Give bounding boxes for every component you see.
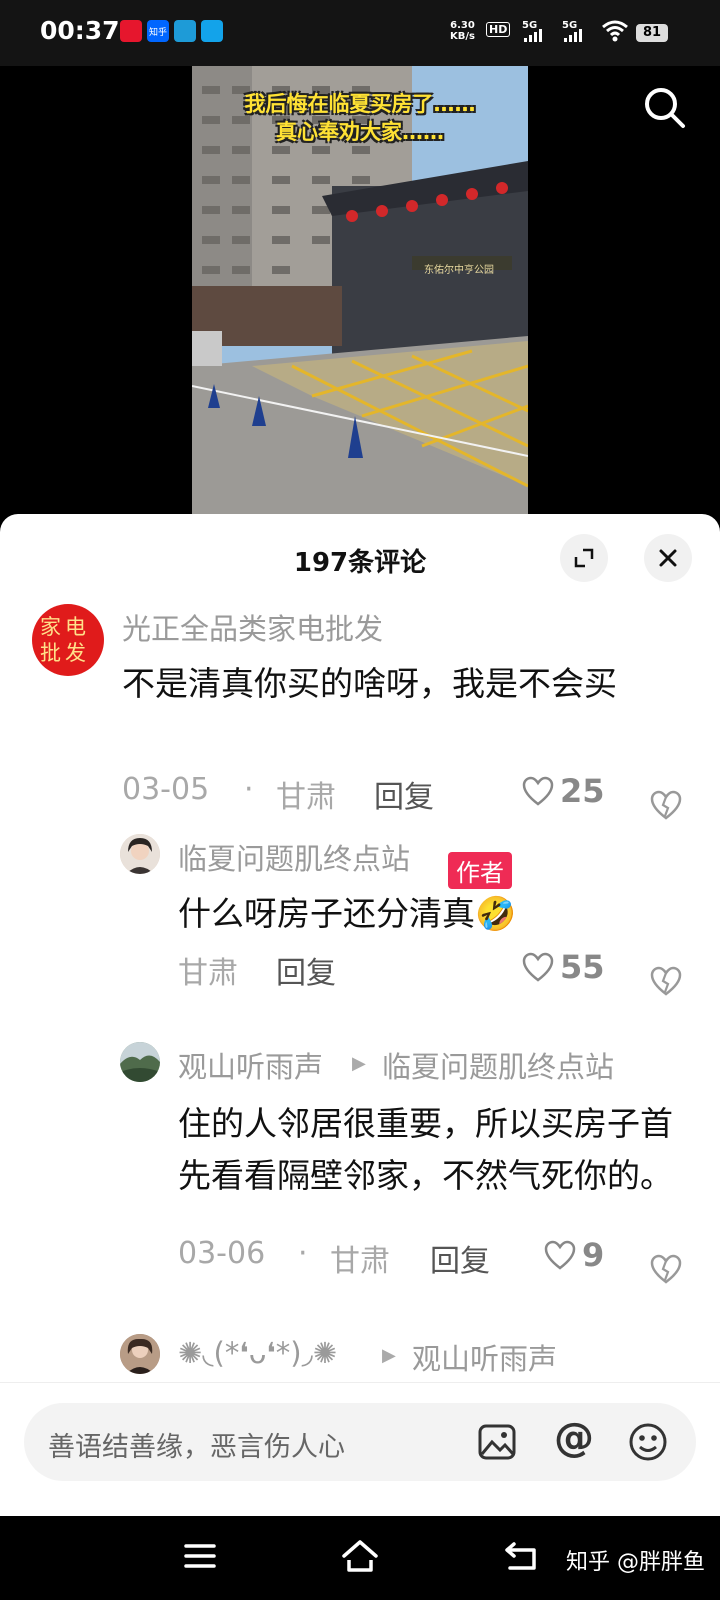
comment-input-placeholder: 善语结善缘，恶言伤人心 [48,1432,345,1463]
dislike-icon[interactable] [650,966,682,996]
back-icon[interactable] [504,1540,540,1572]
weibo-icon [120,20,142,42]
video-player[interactable]: 我后悔在临夏买房了…… 真心奉劝大家…… 东佑尔中亨公园 [0,66,720,526]
video-sign-text: 东佑尔中亨公园 [424,265,494,276]
reply-button[interactable]: 回复 [430,1236,490,1280]
signal-2-icon [564,26,582,42]
battery-indicator: 81 [636,24,668,42]
reply-button[interactable]: 回复 [276,948,336,992]
notification-icons: 知乎 [120,20,223,42]
avatar[interactable] [120,1334,160,1374]
comment-location: 甘肃 [276,780,336,815]
expand-button[interactable] [560,534,608,582]
reply-to-username[interactable]: 观山听雨声 [412,1336,557,1378]
like-button[interactable]: 25 [522,772,605,810]
status-time: 00:37 [40,16,120,45]
reply-to-username[interactable]: 临夏问题肌终点站 [382,1044,614,1086]
comment-text: 住的人邻居很重要，所以买房子首先看看隔壁邻家，不然气死你的。 [178,1104,673,1195]
comment-location: 甘肃 [330,1244,390,1279]
home-icon[interactable] [340,1538,380,1574]
comment-text: 不是清真你买的啥呀，我是不会买 [122,664,617,703]
comment-input[interactable]: 善语结善缘，恶言伤人心 @ [24,1403,696,1481]
heart-icon [544,1240,576,1270]
reply-button[interactable]: 回复 [374,772,434,816]
heart-icon [522,952,554,982]
video-frame[interactable]: 我后悔在临夏买房了…… 真心奉劝大家…… 东佑尔中亨公园 [192,66,528,516]
status-bar: 00:37 知乎 6.30 KB/s HD 5G 5G 81 [0,0,720,66]
close-icon [659,549,677,567]
search-icon[interactable] [643,86,687,130]
comments-panel: 197条评论 家电批发 光正全品类家电批发 不是清真你买的啥呀，我是不会买 03… [0,514,720,1516]
emoji-icon[interactable] [628,1422,668,1462]
menu-icon[interactable] [184,1542,216,1570]
like-count: 55 [560,948,605,986]
heart-icon [522,776,554,806]
wifi-icon [602,20,628,42]
avatar[interactable] [120,1042,160,1082]
hd-volte-icon: HD [486,22,511,37]
video-caption: 我后悔在临夏买房了…… 真心奉劝大家…… [244,92,476,144]
comments-count-title: 197条评论 [293,548,427,578]
like-button[interactable]: 9 [544,1236,604,1274]
like-count: 25 [560,772,605,810]
comment-username[interactable]: 临夏问题肌终点站 [178,836,410,878]
reply-arrow-icon: ▶ [382,1345,396,1366]
author-badge: 作者 [448,852,512,889]
comment-date: 03-05 [122,772,210,807]
reply-arrow-icon: ▶ [352,1053,366,1074]
zhihu-watermark: 知乎 @胖胖鱼 [566,1550,705,1575]
like-button[interactable]: 55 [522,948,605,986]
signal-1-icon [524,26,542,42]
app-icon [201,20,223,42]
app-icon [174,20,196,42]
mention-button[interactable]: @ [554,1415,594,1461]
comment-username[interactable]: 观山听雨声 [178,1044,323,1086]
avatar[interactable]: 家电批发 [32,604,104,676]
comment-username[interactable]: 光正全品类家电批发 [122,606,383,648]
network-speed: 6.30 KB/s [450,20,475,42]
dislike-icon[interactable] [650,790,682,820]
like-count: 9 [582,1236,605,1274]
comment-username[interactable]: ✺◟(*❛ᴗ❛*)◞✺ [178,1336,337,1370]
comment-date: 03-06 [178,1236,266,1271]
system-nav-bar: 知乎 @胖胖鱼 [0,1516,720,1600]
image-icon[interactable] [478,1424,516,1460]
comment-location: 甘肃 [178,956,238,991]
meta-separator: · [298,1236,308,1271]
comment-text: 什么呀房子还分清真🤣 [178,894,517,933]
zhihu-icon: 知乎 [147,20,169,42]
avatar[interactable] [120,834,160,874]
expand-icon [574,548,594,568]
close-button[interactable] [644,534,692,582]
meta-separator: · [244,772,254,807]
dislike-icon[interactable] [650,1254,682,1284]
comment-input-bar: 善语结善缘，恶言伤人心 @ [0,1382,720,1516]
